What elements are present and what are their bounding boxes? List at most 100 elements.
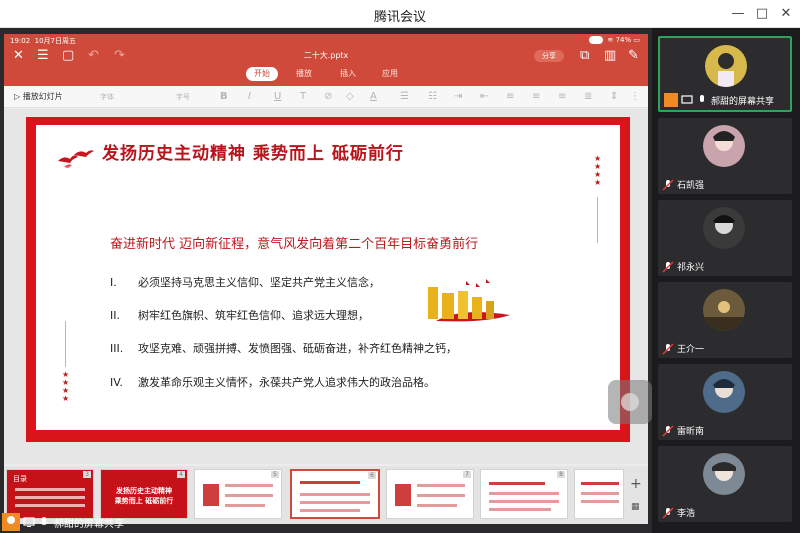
participant-name: 祁永兴	[677, 263, 705, 273]
wps-toolbar: ✕ ☰ ▢ ↶ ↷ 二十大.pptx 分享 ⧉ ▥ ✎	[4, 46, 648, 66]
current-slide[interactable]: 发扬历史主动精神 乘势而上 砥砺前行 ★ ★ ★ ★ ★ ★ ★ ★ 奋进新时代 迈向新征程…	[26, 117, 630, 442]
participant-tile[interactable]: 祁永兴	[658, 200, 792, 276]
microphone-muted-icon	[662, 424, 674, 437]
participant-tile[interactable]: 雷昕南	[658, 364, 792, 440]
grid-view-icon[interactable]: ▦	[631, 502, 640, 512]
share-button[interactable]: 分享	[534, 50, 564, 62]
screen-sharer-label: 郝甜的屏幕共享	[0, 511, 124, 533]
slide-thumbnail[interactable]	[574, 469, 624, 519]
bullet-list-icon[interactable]: ☰	[400, 90, 409, 104]
slide-thumbnail[interactable]: 8	[480, 469, 568, 519]
participant-name: 郝甜的屏幕共享	[711, 96, 775, 107]
sharer-name: 郝甜的屏幕共享	[54, 518, 124, 530]
battery-icon: ▭	[633, 36, 640, 44]
soldiers-emblem-icon	[428, 279, 510, 322]
avatar	[703, 207, 745, 249]
list-item: II. 树牢红色旗帜、筑牢红色信仰、追求远大理想，	[110, 309, 369, 322]
microphone-muted-icon	[662, 260, 674, 273]
wps-header: 19:02 10月7日周五 ≋ 74% ▭ ✕ ☰ ▢ ↶ ↷ 二十大.pptx…	[4, 34, 648, 86]
indent-icon[interactable]: ⇥	[454, 90, 462, 104]
participant-name: 王介一	[677, 345, 705, 355]
participant-tile[interactable]: 王介一	[658, 282, 792, 358]
list-item: I. 必须坚持马克思主义信仰、坚定共产党主义信念，	[110, 276, 380, 289]
tab-play[interactable]: 播放	[296, 67, 312, 81]
participant-tile[interactable]: 石凯强	[658, 118, 792, 194]
close-button[interactable]: ✕	[776, 4, 796, 24]
participants-panel: 郝甜的屏幕共享 石凯强 祁永兴 王介一 雷昕南 李浩	[652, 28, 800, 533]
tab-insert[interactable]: 插入	[340, 67, 356, 81]
title-bar: 腾讯会议 — □ ✕	[0, 0, 800, 28]
avatar	[705, 45, 747, 87]
doves-decoration-icon	[58, 150, 94, 168]
tab-apps[interactable]: 应用	[382, 67, 398, 81]
formatting-ribbon: ▷ 播放幻灯片 字体 字号 B I U T ⊘ ◇ A ☰ ☷ ⇥ ⇤ ≡ ≡ …	[4, 86, 648, 108]
tab-start[interactable]: 开始	[246, 67, 278, 81]
microphone-muted-icon	[662, 342, 674, 355]
avatar	[703, 125, 745, 167]
participant-tile[interactable]: 郝甜的屏幕共享	[658, 36, 792, 112]
outdent-icon[interactable]: ⇤	[480, 90, 488, 104]
ribbon-tabs: 开始 播放 插入 应用	[4, 67, 648, 83]
play-slideshow-button[interactable]: ▷ 播放幻灯片	[14, 91, 63, 102]
slide-subtitle: 奋进新时代 迈向新征程，意气风发向着第二个百年目标奋勇前行	[110, 237, 479, 252]
numbered-list-icon[interactable]: ☷	[428, 90, 437, 104]
text-color-icon[interactable]: T	[300, 90, 306, 104]
stars-decoration-icon: ★ ★ ★ ★	[594, 154, 602, 187]
align-left-icon[interactable]: ≡	[506, 90, 514, 104]
sharer-avatar-icon	[2, 513, 20, 531]
sharer-avatar-icon	[664, 93, 678, 107]
microphone-muted-icon	[662, 506, 674, 519]
microphone-icon	[700, 95, 704, 102]
highlight-icon[interactable]: ⊘	[324, 90, 332, 104]
slide-thumbnail[interactable]: 5	[194, 469, 282, 519]
participant-name: 石凯强	[677, 181, 705, 191]
status-bar: 19:02 10月7日周五 ≋ 74% ▭	[4, 34, 648, 46]
font-size-selector[interactable]: 字号	[176, 92, 190, 102]
participant-name: 李浩	[677, 509, 696, 519]
screen-share-icon	[681, 95, 693, 104]
font-color-icon[interactable]: A	[370, 90, 377, 104]
shared-tablet-screen: 19:02 10月7日周五 ≋ 74% ▭ ✕ ☰ ▢ ↶ ↷ 二十大.pptx…	[4, 34, 652, 524]
justify-icon[interactable]: ≣	[584, 90, 592, 104]
avatar	[703, 371, 745, 413]
participant-name: 雷昕南	[677, 427, 705, 437]
screen-share-area: 19:02 10月7日周五 ≋ 74% ▭ ✕ ☰ ▢ ↶ ↷ 二十大.pptx…	[0, 28, 652, 533]
minimize-button[interactable]: —	[728, 4, 748, 24]
slide-thumbnail[interactable]: 7	[386, 469, 474, 519]
avatar	[703, 453, 745, 495]
stars-decoration-icon: ★ ★ ★ ★	[62, 370, 70, 403]
floating-assist-button[interactable]	[608, 380, 652, 424]
window-title: 腾讯会议	[373, 10, 426, 25]
add-slide-button[interactable]: +	[630, 476, 642, 492]
avatar	[703, 289, 745, 331]
underline-icon[interactable]: U	[274, 90, 281, 104]
copy-icon[interactable]: ⧉	[580, 48, 589, 64]
clear-format-icon[interactable]: ◇	[346, 90, 354, 104]
italic-icon[interactable]: I	[248, 90, 251, 104]
font-selector[interactable]: 字体	[100, 92, 114, 102]
align-center-icon[interactable]: ≡	[532, 90, 540, 104]
play-icon: ▷	[14, 92, 21, 101]
participant-tile[interactable]: 李浩	[658, 446, 792, 522]
status-time: 19:02	[10, 37, 31, 45]
recording-icon	[589, 36, 604, 44]
align-right-icon[interactable]: ≡	[558, 90, 566, 104]
list-item: III. 攻坚克难、顽强拼搏、发愤图强、砥砺奋进，补齐红色精神之钙，	[110, 342, 457, 355]
bold-icon[interactable]: B	[220, 90, 228, 104]
slide-title: 发扬历史主动精神 乘势而上 砥砺前行	[102, 144, 404, 164]
microphone-muted-icon	[662, 178, 674, 191]
screen-share-icon	[23, 517, 35, 527]
status-date: 10月7日周五	[34, 37, 77, 45]
slide-thumbnail-current[interactable]: 6	[290, 469, 380, 519]
book-icon[interactable]: ▥	[604, 48, 616, 64]
pen-icon[interactable]: ✎	[628, 48, 639, 64]
line-spacing-icon[interactable]: ⇕	[610, 90, 618, 104]
meeting-window: 腾讯会议 — □ ✕ 19:02 10月7日周五 ≋ 74% ▭ ✕ ☰ ▢ ↶…	[0, 0, 800, 533]
wifi-icon: ≋	[607, 36, 614, 44]
list-item: IV. 激发革命乐观主义情怀，永葆共产党人追求伟大的政治品格。	[110, 376, 435, 389]
more-icon[interactable]: ⋮	[630, 90, 640, 104]
slide-canvas: 发扬历史主动精神 乘势而上 砥砺前行 ★ ★ ★ ★ ★ ★ ★ ★ 奋进新时代 迈向新征程…	[4, 109, 648, 464]
battery-level: 74%	[615, 36, 632, 44]
maximize-button[interactable]: □	[752, 4, 772, 24]
microphone-icon	[39, 517, 49, 525]
